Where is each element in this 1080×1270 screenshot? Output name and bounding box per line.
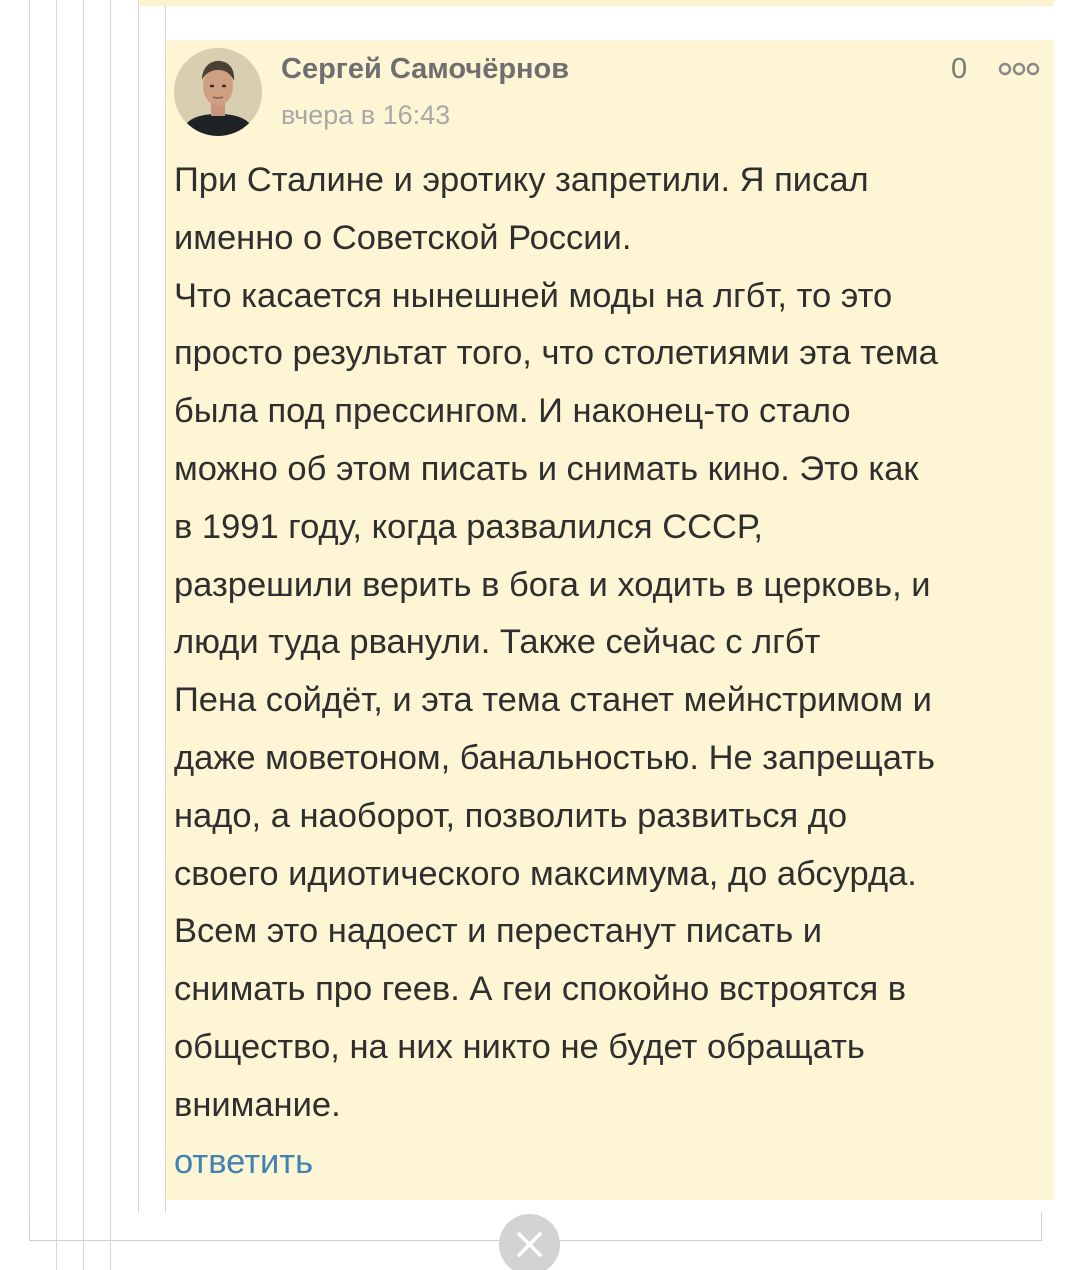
avatar[interactable] xyxy=(174,48,262,136)
comment-text-line: При Сталине и эротику запретили. Я писал xyxy=(174,161,869,199)
thread-guide-line xyxy=(110,0,111,1270)
comment-card: Сергей Самочёрнов вчера в 16:43 0 При Ст… xyxy=(166,40,1054,1200)
thread-guide-line xyxy=(29,0,30,1213)
comment-thread-page: Сергей Самочёрнов вчера в 16:43 0 При Ст… xyxy=(0,0,1080,1270)
close-button[interactable] xyxy=(499,1214,560,1270)
comment-rating: 0 xyxy=(951,53,968,85)
comment-text-line: Что касается нынешней моды на лгбт, то э… xyxy=(174,276,893,315)
comment-text-line: Всем это надоест и перестанут писать и xyxy=(174,912,823,951)
comment-text-line: люди туда рванули. Также сейчас с лгбт xyxy=(174,623,821,662)
comment-text-line: надо, а наоборот, позволить развиться до xyxy=(174,796,848,835)
thread-guide-line xyxy=(56,0,57,1270)
author-name[interactable]: Сергей Самочёрнов xyxy=(281,53,569,86)
comment-text-line: можно об этом писать и снимать кино. Это… xyxy=(174,449,919,488)
comment-text-line: именно о Советской России. xyxy=(174,218,632,257)
comment-text-line: Пена сойдёт, и эта тема станет мейнстрим… xyxy=(174,681,932,720)
comment-text-line: своего идиотического максимума, до абсур… xyxy=(174,854,917,893)
comment-timestamp[interactable]: вчера в 16:43 xyxy=(281,100,450,131)
comment-text-line: общество, на них никто не будет обращать xyxy=(174,1027,865,1066)
previous-comment-edge xyxy=(140,0,1054,6)
comment-text-line: даже моветоном, банальностью. Не запреща… xyxy=(174,738,935,777)
comment-text-line: просто результат того, что столетиями эт… xyxy=(174,334,938,373)
comment-text-line: внимание. xyxy=(174,1085,341,1124)
comment-text-line: была под прессингом. И наконец-то стало xyxy=(174,392,851,431)
close-icon xyxy=(517,1232,542,1257)
comment-text-line: разрешили верить в бога и ходить в церко… xyxy=(174,565,931,604)
avatar-portrait-icon xyxy=(174,48,262,136)
comment-text-line: в 1991 году, когда развалился СССР, xyxy=(174,507,764,546)
thread-guide-line xyxy=(83,0,84,1270)
ellipsis-icon[interactable] xyxy=(998,62,1040,76)
thread-guide-line xyxy=(138,0,139,1213)
comment-text-line: снимать про геев. А геи спокойно встроят… xyxy=(174,970,907,1009)
comment-body: При Сталине и эротику запретили. Я писал… xyxy=(174,152,1049,1135)
reply-link[interactable]: ответить xyxy=(174,1134,313,1192)
